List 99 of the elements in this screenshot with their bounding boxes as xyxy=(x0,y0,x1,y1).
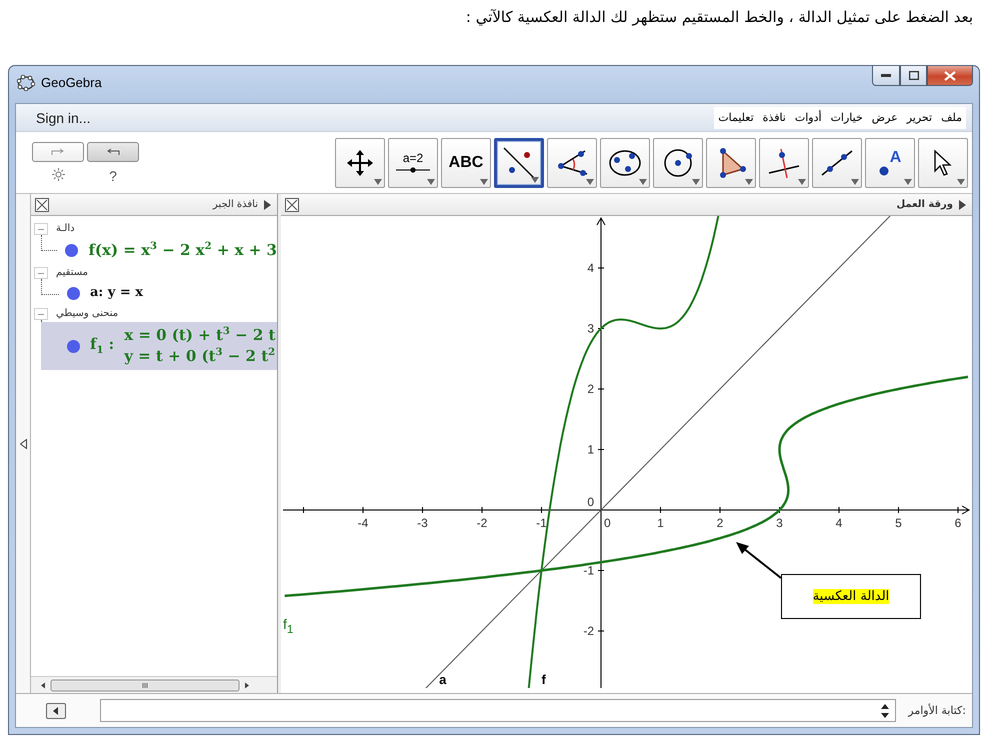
tool-button[interactable] xyxy=(335,138,385,188)
algebra-expression: x = 0 (t) + t$^{3}$ − 2 t xyxy=(124,325,276,346)
x-tick-label: 4 xyxy=(836,516,842,530)
x-tick-label: 0 xyxy=(604,516,611,530)
x-tick-label: -2 xyxy=(476,516,488,530)
spinner-arrows-icon[interactable] xyxy=(881,704,890,718)
menu-item[interactable]: تعليمات xyxy=(718,111,754,124)
circle-icon xyxy=(662,146,694,178)
group-label: دالـة xyxy=(56,223,75,234)
x-tick-label: 6 xyxy=(954,516,962,530)
minimize-button[interactable] xyxy=(872,66,900,86)
tool-button[interactable] xyxy=(494,138,544,188)
menu-item[interactable]: عرض xyxy=(872,111,898,124)
x-tick-label: 1 xyxy=(657,516,664,530)
algebra-expression: f(x) = x$^{3}$ − 2 x$^{2}$ + x + 3 xyxy=(88,240,277,261)
point-icon xyxy=(878,166,889,176)
perpendicular-lines-icon xyxy=(767,146,801,178)
menu-item[interactable]: أدوات xyxy=(794,111,822,124)
window-title: GeoGebra xyxy=(41,75,103,90)
menu-item[interactable]: ملف xyxy=(941,111,962,124)
reflect-line-icon xyxy=(502,146,536,180)
triangle-left-icon[interactable] xyxy=(20,438,26,448)
tool-button[interactable] xyxy=(812,138,862,188)
tool-button[interactable] xyxy=(918,138,968,188)
close-button[interactable] xyxy=(927,66,973,86)
undo-icon xyxy=(106,148,120,156)
visibility-dot[interactable] xyxy=(67,340,80,353)
redo-icon xyxy=(51,148,65,156)
pointer-arrow-icon xyxy=(932,148,954,176)
tool-button[interactable]: A xyxy=(865,138,915,188)
x-tick-label: -3 xyxy=(417,516,428,530)
sign-in-link[interactable]: Sign in... xyxy=(36,110,714,126)
angle-icon xyxy=(555,148,589,178)
panel-title: نافذة الجبر xyxy=(212,199,258,210)
y-tick-label: -2 xyxy=(583,624,594,638)
x-tick-label: 2 xyxy=(716,516,724,530)
slider-label: a=2 xyxy=(402,152,424,164)
tool-button[interactable] xyxy=(706,138,756,188)
undo-button[interactable] xyxy=(87,142,139,162)
y-tick-label: 1 xyxy=(587,442,594,456)
point-tool-label: A xyxy=(890,150,902,166)
line-label: a xyxy=(439,672,446,687)
maximize-button[interactable] xyxy=(900,66,927,86)
tool-button[interactable] xyxy=(759,138,809,188)
group-label: منحنى وسيطي xyxy=(56,308,118,320)
close-icon xyxy=(944,70,956,80)
y-tick-label: 3 xyxy=(587,322,594,336)
group-label: مستقيم xyxy=(56,267,88,278)
slider-line-icon xyxy=(396,167,430,173)
curve-label: f$_{1}$ xyxy=(283,616,294,632)
text-tool-label: ABC xyxy=(448,154,484,170)
algebra-item[interactable]: a: y = x xyxy=(41,281,277,306)
menu-item[interactable]: خيارات xyxy=(830,111,863,124)
function-label: f xyxy=(542,672,546,687)
input-field[interactable] xyxy=(100,699,896,722)
close-icon[interactable] xyxy=(285,198,299,212)
minimize-icon xyxy=(881,74,891,78)
caption-text: بعد الضغط على تمثيل الدالة ، والخط المستقيم ستظهر لك الدالة العكسية كالآتي : xyxy=(466,8,973,28)
triangle-right-icon[interactable] xyxy=(959,200,966,210)
tool-button[interactable] xyxy=(547,138,597,188)
panel-title: ورقة العمل xyxy=(896,199,953,210)
triangle-left-icon xyxy=(52,706,60,714)
y-tick-label: 4 xyxy=(587,261,594,275)
tool-button[interactable] xyxy=(600,138,650,188)
collapse-toggle[interactable] xyxy=(34,308,48,320)
visibility-dot[interactable] xyxy=(65,244,78,257)
collapse-toggle[interactable] xyxy=(34,266,48,278)
tool-button[interactable] xyxy=(653,138,703,188)
algebra-item[interactable]: f(x) = x$^{3}$ − 2 x$^{2}$ + x + 3 xyxy=(39,237,277,264)
algebra-expression: a: y = x xyxy=(90,284,143,302)
tool-button[interactable]: a=2 xyxy=(388,138,438,188)
object-name: f$_{1}$ : xyxy=(90,334,114,358)
x-tick-label: 5 xyxy=(895,516,902,530)
menu-item[interactable]: نافذة xyxy=(762,111,786,124)
help-button[interactable]: ? xyxy=(109,168,117,184)
x-tick-label: -1 xyxy=(536,516,547,530)
y-tick-label: 2 xyxy=(587,382,594,396)
tool-button[interactable]: ABC xyxy=(441,138,491,188)
app-logo-icon xyxy=(17,74,35,90)
input-label: كتابة الأوامر: xyxy=(908,704,966,717)
menu-item[interactable]: تحرير xyxy=(906,111,932,124)
ellipse-icon xyxy=(608,148,642,178)
algebra-expression: y = t + 0 (t$^{3}$ − 2 t$^{2}$ xyxy=(124,346,276,368)
collapse-toggle[interactable] xyxy=(34,222,48,234)
callout-label: الدالة العكسية xyxy=(812,589,890,604)
line-through-points-icon xyxy=(820,148,854,178)
horizontal-scrollbar[interactable] xyxy=(31,676,277,693)
visibility-dot[interactable] xyxy=(67,286,80,300)
settings-sun-icon[interactable] xyxy=(52,168,64,180)
y-tick-label: -1 xyxy=(583,564,594,578)
keyboard-toggle-button[interactable] xyxy=(46,702,66,718)
close-icon[interactable] xyxy=(35,198,49,212)
triangle-right-icon[interactable] xyxy=(264,200,271,210)
y-tick-label: 0 xyxy=(587,495,594,509)
move-cross-icon xyxy=(346,148,374,176)
algebra-item[interactable]: f$_{1}$ : x = 0 (t) + t$^{3}$ − 2 t y = t + 0 (t$^{3}$ − 2 t$^{2}$ xyxy=(41,322,277,370)
x-tick-label: -4 xyxy=(358,516,368,530)
x-tick-label: 3 xyxy=(776,516,783,530)
maximize-icon xyxy=(908,71,918,80)
